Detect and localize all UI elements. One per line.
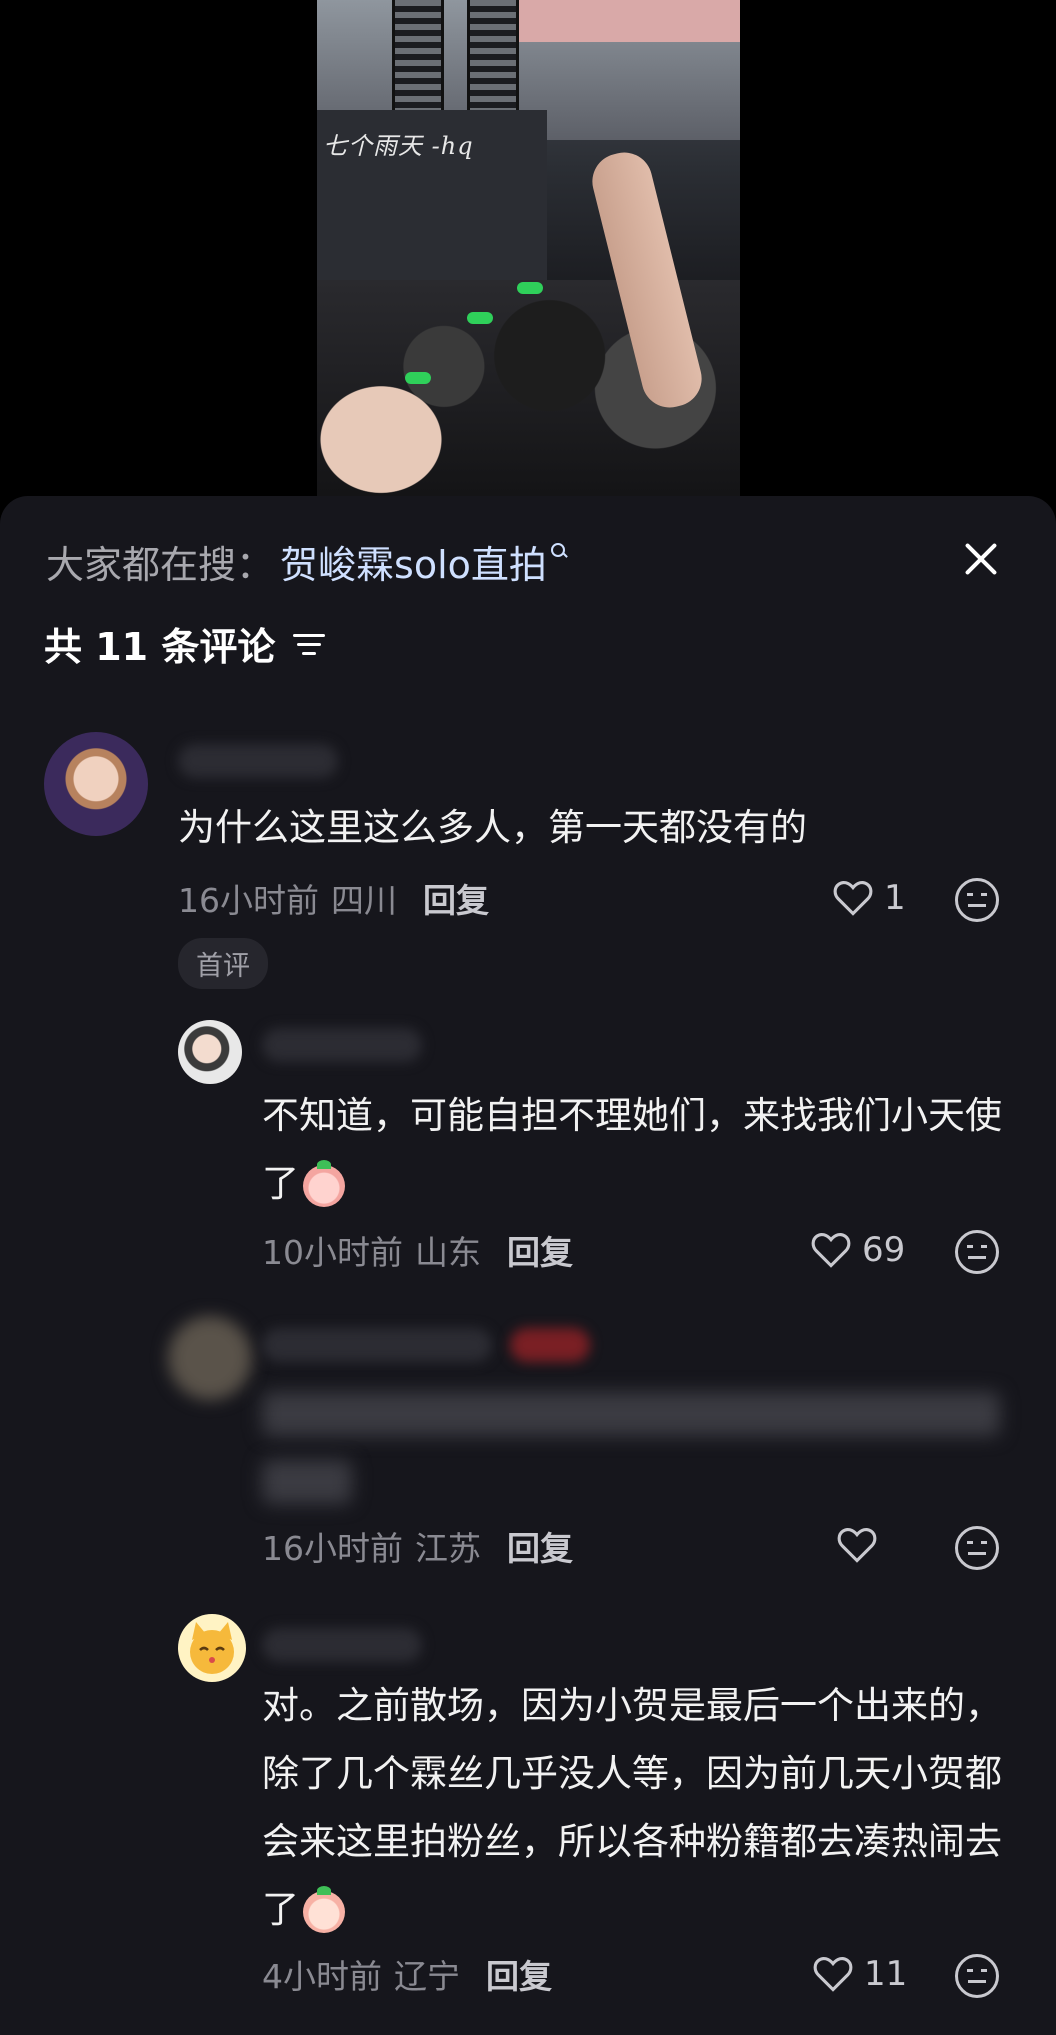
search-prefix: 大家都在搜： — [46, 542, 275, 587]
reply-button[interactable]: 回复 — [507, 1226, 573, 1274]
comment-text: 不知道，可能自担不理她们，来找我们小天使了 — [262, 1082, 1002, 1218]
comment-location: 江苏 — [415, 1529, 481, 1568]
like-button[interactable]: 1 — [832, 878, 906, 918]
comment-meta: 16小时前 江苏 回复 — [262, 1522, 573, 1570]
username-blurred[interactable] — [178, 744, 338, 778]
emoji-reaction-icon[interactable] — [955, 1230, 999, 1274]
reply-button[interactable]: 回复 — [423, 874, 489, 922]
comment-count-row: 共 11 条评论 — [44, 616, 326, 671]
comment-panel: 大家都在搜： 贺峻霖solo直拍 共 11 条评论 为什么这里这么多人，第一天都… — [0, 496, 1056, 2035]
comment-time: 10小时前 — [262, 1233, 403, 1272]
heart-icon — [811, 1232, 851, 1268]
comment-text: 对。之前散场，因为小贺是最后一个出来的，除了几个霖丝几乎没人等，因为前几天小贺都… — [262, 1672, 1002, 1944]
crying-emoji — [303, 1885, 345, 1933]
badge-blurred — [510, 1328, 590, 1362]
stage-truss — [467, 0, 519, 120]
like-count: 1 — [884, 878, 906, 918]
username-blurred[interactable] — [262, 1328, 492, 1362]
comment-location: 四川 — [331, 881, 397, 920]
username-blurred[interactable] — [262, 1628, 422, 1662]
heart-icon — [837, 1527, 877, 1563]
username-blurred[interactable] — [262, 1028, 422, 1062]
comment-time: 4小时前 — [262, 1957, 382, 1996]
video-screen-glow — [502, 0, 740, 42]
emoji-reaction-icon[interactable] — [955, 1954, 999, 1998]
video-player[interactable]: 七个雨天 -hq — [317, 0, 740, 496]
video-caption: 七个雨天 -hq — [323, 132, 474, 160]
like-count: 11 — [864, 1954, 908, 1994]
cat-face-icon — [190, 1622, 234, 1674]
heart-icon — [833, 880, 873, 916]
search-term-link[interactable]: 贺峻霖solo直拍 — [280, 534, 547, 589]
like-button[interactable] — [836, 1526, 878, 1564]
reply-button[interactable]: 回复 — [507, 1522, 573, 1570]
comment-time: 16小时前 — [262, 1529, 403, 1568]
comment-count: 共 11 条评论 — [44, 625, 276, 669]
emoji-reaction-icon[interactable] — [955, 1526, 999, 1570]
emoji-reaction-icon[interactable] — [955, 878, 999, 922]
comment-meta: 16小时前 四川 回复 — [178, 874, 489, 922]
avatar[interactable] — [178, 1020, 242, 1084]
comment-time: 16小时前 — [178, 881, 319, 920]
comment-text-body: 对。之前散场，因为小贺是最后一个出来的，除了几个霖丝几乎没人等，因为前几天小贺都… — [262, 1684, 1002, 1931]
sort-icon[interactable] — [293, 632, 326, 656]
search-icon — [550, 543, 569, 561]
comment-text-blurred — [262, 1392, 1000, 1436]
comment-meta: 4小时前 辽宁 回复 — [262, 1950, 552, 1998]
comment-location: 辽宁 — [394, 1957, 460, 1996]
comment-location: 山东 — [415, 1233, 481, 1272]
stage-truss — [392, 0, 444, 120]
foreground-hand — [317, 355, 477, 496]
first-comment-badge: 首评 — [178, 938, 268, 989]
avatar-blurred[interactable] — [168, 1316, 252, 1400]
search-suggestion[interactable]: 大家都在搜： 贺峻霖solo直拍 — [46, 534, 569, 589]
reply-button[interactable]: 回复 — [486, 1950, 552, 1998]
heart-icon — [813, 1956, 853, 1992]
close-icon[interactable] — [956, 534, 1006, 584]
cat-avatar[interactable] — [178, 1614, 246, 1682]
avatar[interactable] — [44, 732, 148, 836]
like-button[interactable]: 69 — [810, 1230, 905, 1270]
lightstick — [517, 282, 543, 294]
comment-text: 为什么这里这么多人，第一天都没有的 — [178, 806, 807, 849]
comment-text-blurred — [262, 1460, 352, 1504]
strawberry-face-emoji — [303, 1159, 345, 1207]
comment-meta: 10小时前 山东 回复 — [262, 1226, 573, 1274]
comment-text-body: 不知道，可能自担不理她们，来找我们小天使了 — [262, 1094, 1002, 1205]
lightstick — [467, 312, 493, 324]
like-button[interactable]: 11 — [812, 1954, 907, 1994]
like-count: 69 — [862, 1230, 906, 1270]
